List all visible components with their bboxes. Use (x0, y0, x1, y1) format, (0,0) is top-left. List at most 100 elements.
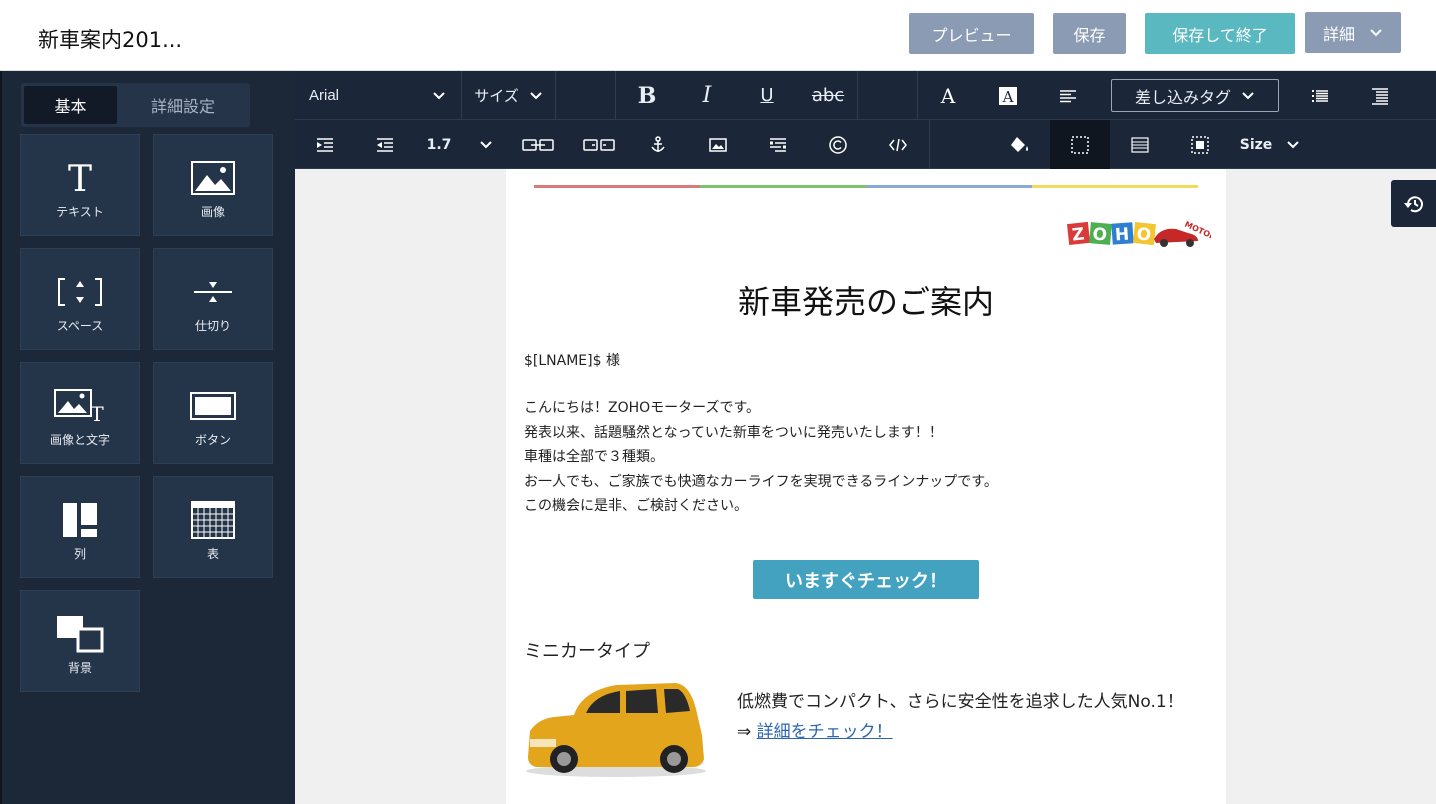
font-size-value: サイズ (474, 87, 519, 105)
bold-button[interactable]: B (617, 71, 677, 120)
svg-text:Z: Z (1071, 224, 1085, 245)
arrow-prefix: ⇒ (737, 722, 752, 742)
block-divider[interactable]: 仕切り (153, 248, 273, 350)
more-button[interactable]: 詳細 (1305, 12, 1401, 53)
outdent-icon (377, 137, 393, 152)
more-label: 詳細 (1322, 24, 1355, 44)
block-label: 画像と文字 (49, 433, 110, 447)
block-label: 列 (73, 547, 86, 561)
border-icon (1071, 135, 1089, 154)
block-text[interactable]: T テキスト (20, 134, 140, 236)
image-text-icon: T (54, 387, 106, 425)
email-heading[interactable]: 新車発売のご案内 (506, 277, 1226, 323)
toolbar-row-2: 1.7 Size (295, 120, 1436, 169)
text-icon: T (60, 159, 100, 197)
block-label: スペース (56, 319, 104, 333)
special-char-button[interactable] (808, 120, 868, 169)
block-image-text[interactable]: T 画像と文字 (20, 362, 140, 464)
sidebar-tabs: 基本 詳細設定 (21, 83, 250, 127)
anchor-icon (651, 135, 665, 152)
size-select[interactable]: Size (1230, 120, 1310, 169)
font-family-select[interactable]: Arial (295, 71, 460, 120)
preview-button[interactable]: プレビュー (909, 13, 1034, 54)
yellow-car-image[interactable] (516, 679, 716, 779)
font-color-icon: A (940, 86, 956, 106)
editor-toolbar: Arial サイズ B I U abc A A 差し込みタグ 1.7 Size (295, 71, 1436, 169)
bullet-list-icon (1312, 89, 1328, 102)
fill-color-button[interactable] (990, 120, 1050, 169)
svg-text:T: T (90, 402, 104, 423)
font-size-select[interactable]: サイズ (462, 71, 555, 120)
number-list-icon (1372, 87, 1388, 105)
top-bar: 新車案内201... プレビュー 保存 保存して終了 詳細 (0, 0, 1436, 71)
block-button[interactable]: ボタン (153, 362, 273, 464)
history-icon (1403, 195, 1423, 212)
border-button[interactable] (1050, 120, 1110, 169)
rainbow-bar-red (534, 185, 700, 188)
underline-button[interactable]: U (737, 71, 797, 120)
block-background[interactable]: 背景 (20, 590, 140, 692)
email-body[interactable]: Z O H O MOTORS 新車発売のご案内 $[LNAME]$ 様 こんにち… (506, 169, 1226, 804)
indent-button[interactable] (295, 120, 355, 169)
body-line: お一人でも、ご家族でも快適なカーライフを実現できるラインナップです。 (524, 473, 998, 490)
table-style-icon (1131, 136, 1149, 153)
body-line: 車種は全部で３種類。 (524, 449, 664, 465)
product-link-line: ⇒ 詳細をチェック！ (737, 717, 893, 742)
svg-text:H: H (1114, 225, 1130, 246)
link-button[interactable] (507, 120, 569, 169)
block-table[interactable]: 表 (153, 476, 273, 578)
number-list-button[interactable] (1350, 71, 1410, 120)
insert-image-button[interactable] (688, 120, 748, 169)
chevron-down-icon (530, 91, 542, 99)
insert-image-icon (709, 137, 727, 152)
body-line: この機会に是非、ご検討ください。 (524, 498, 748, 514)
outdent-button[interactable] (355, 120, 415, 169)
email-paragraph[interactable]: こんにちは！ZOHOモーターズです。 発表以来、話題騒然となっていた新車をついに… (524, 396, 998, 519)
product-description[interactable]: 低燃費でコンパクト、さらに安全性を追求した人気No.1！ (737, 687, 1184, 712)
check-now-button[interactable]: いますぐチェック！ (753, 560, 979, 599)
block-space[interactable]: スペース (20, 248, 140, 350)
image-icon (191, 159, 235, 197)
merge-tags-select[interactable]: 差し込みタグ (1111, 79, 1279, 112)
svg-text:T: T (68, 160, 92, 196)
save-button[interactable]: 保存 (1053, 13, 1126, 54)
tab-advanced-settings[interactable]: 詳細設定 (119, 86, 247, 124)
italic-button[interactable]: I (677, 71, 737, 120)
strikethrough-button[interactable]: abc (797, 71, 859, 120)
copyright-icon (829, 135, 847, 154)
button-icon (190, 387, 236, 425)
select-icon (1191, 135, 1209, 154)
rainbow-bar-green (700, 185, 866, 188)
tab-basic[interactable]: 基本 (24, 86, 117, 124)
space-icon (57, 273, 103, 311)
document-title[interactable]: 新車案内201... (38, 24, 182, 54)
chevron-down-icon (1287, 140, 1299, 148)
select-block-button[interactable] (1170, 120, 1230, 169)
code-icon (889, 138, 907, 151)
block-label: 背景 (67, 661, 92, 675)
chevron-down-icon (480, 140, 493, 148)
align-button[interactable] (1038, 71, 1098, 120)
save-and-exit-button[interactable]: 保存して終了 (1145, 13, 1295, 54)
source-code-button[interactable] (868, 120, 928, 169)
line-height-select[interactable]: 1.7 (415, 120, 505, 169)
section-title[interactable]: ミニカータイプ (524, 637, 650, 663)
table-style-button[interactable] (1110, 120, 1170, 169)
zoho-motors-logo[interactable]: Z O H O MOTORS (1066, 211, 1211, 253)
block-image[interactable]: 画像 (153, 134, 273, 236)
svg-text:A: A (1002, 88, 1014, 106)
sidebar: 基本 詳細設定 T テキスト 画像 スペース 仕切り T 画像と文字 ボタン 列… (0, 71, 295, 804)
bullet-list-button[interactable] (1290, 71, 1350, 120)
history-button[interactable] (1391, 180, 1436, 227)
block-columns[interactable]: 列 (20, 476, 140, 578)
paragraph-button[interactable] (748, 120, 808, 169)
anchor-button[interactable] (628, 120, 688, 169)
greeting-line[interactable]: $[LNAME]$ 様 (524, 350, 620, 370)
product-details-link[interactable]: 詳細をチェック！ (757, 722, 893, 742)
svg-text:O: O (1092, 224, 1108, 245)
body-line: 発表以来、話題騒然となっていた新車をついに発売いたします！！ (524, 424, 943, 441)
font-color-button[interactable]: A (918, 71, 978, 120)
unlink-button[interactable] (568, 120, 630, 169)
background-color-button[interactable]: A (978, 71, 1038, 120)
editor-canvas: Z O H O MOTORS 新車発売のご案内 $[LNAME]$ 様 こんにち… (295, 169, 1436, 804)
